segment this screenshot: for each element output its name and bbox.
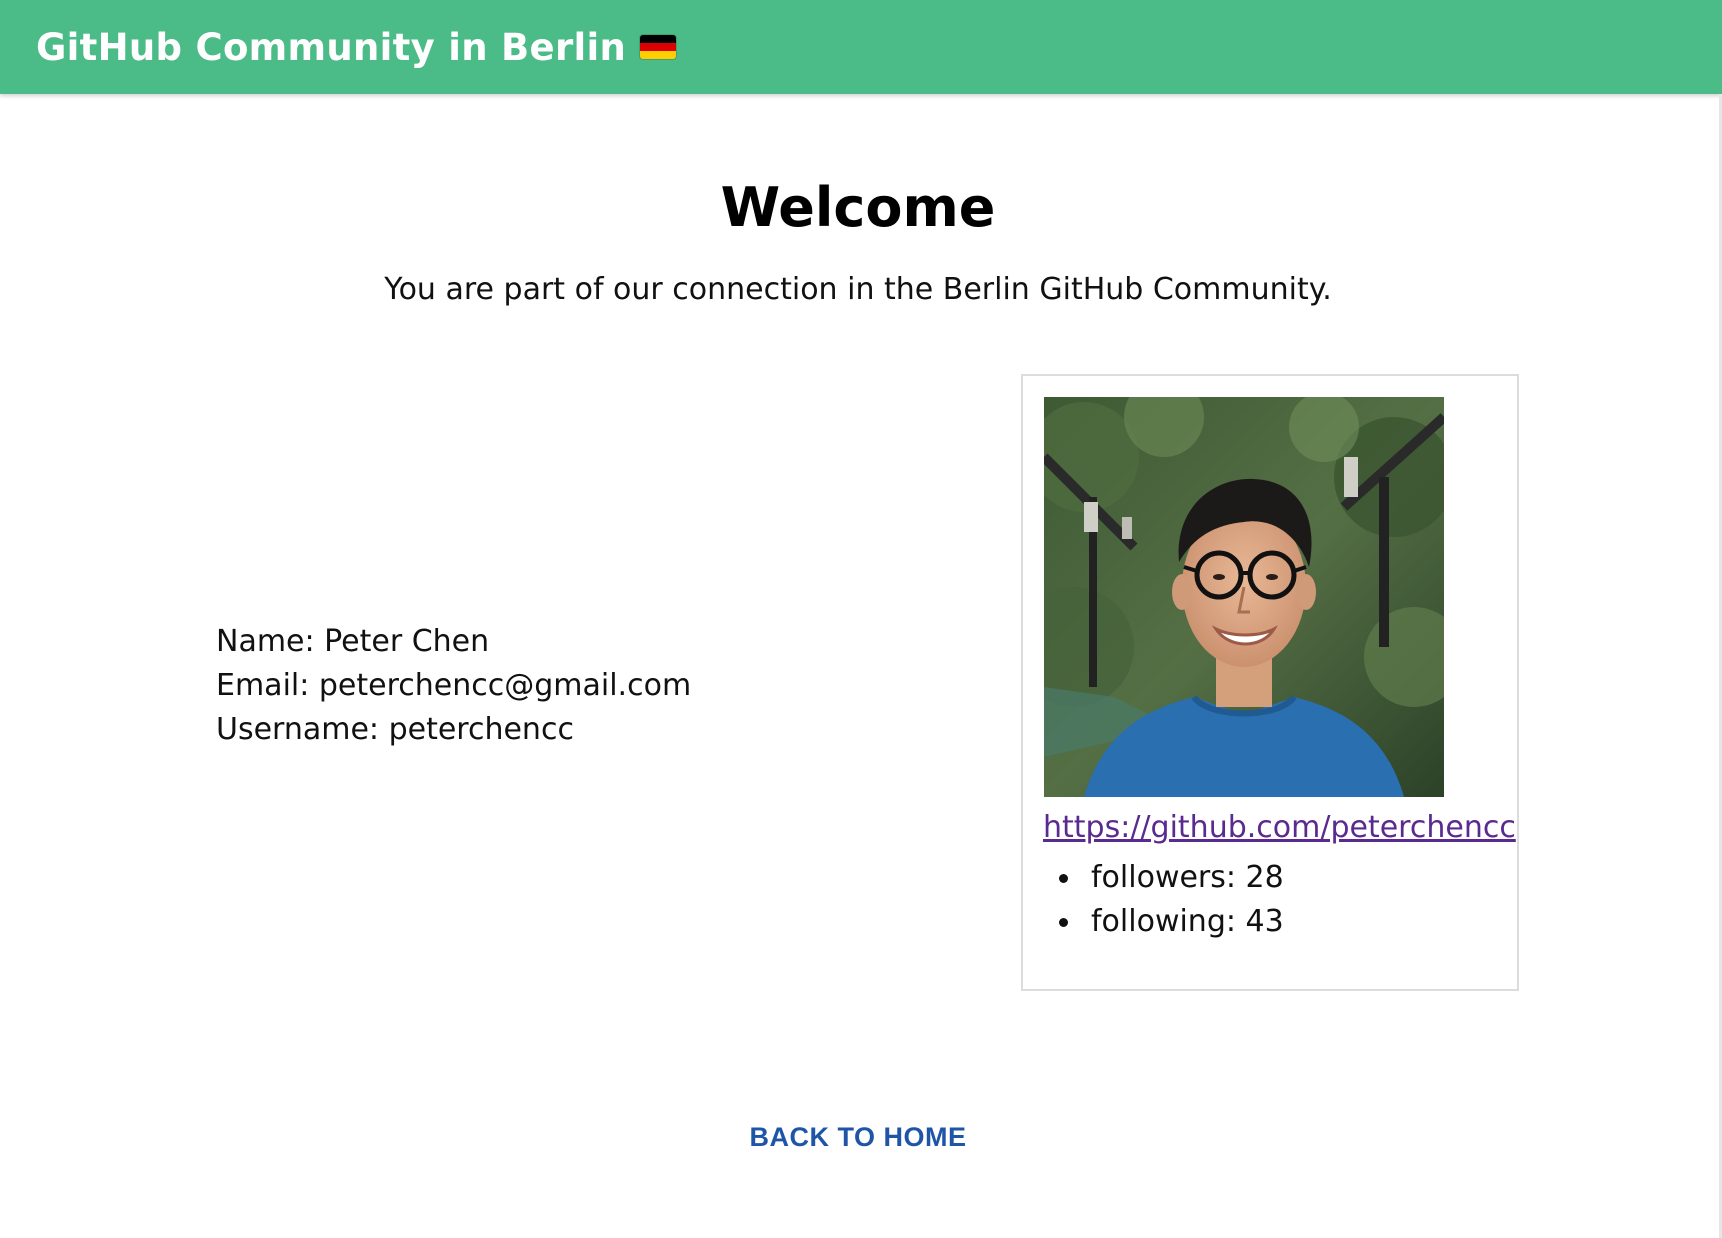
user-email: Email: peterchencc@gmail.com: [216, 668, 692, 703]
user-name: Name: Peter Chen: [216, 624, 490, 659]
profile-card: https://github.com/peterchencc followers…: [1021, 374, 1519, 991]
list-item: following: 43: [1043, 900, 1284, 944]
bullet-icon: [1059, 918, 1068, 927]
user-username: Username: peterchencc: [216, 712, 574, 747]
app-title-text: GitHub Community in Berlin: [36, 25, 627, 69]
page-title: Welcome: [720, 176, 996, 239]
avatar-photo: [1044, 397, 1444, 797]
app-bar: GitHub Community in Berlin: [0, 0, 1722, 94]
github-profile-link[interactable]: https://github.com/peterchencc: [1043, 810, 1516, 845]
user-info: Name: Peter Chen Email: peterchencc@gmai…: [216, 620, 691, 752]
back-home-container: BACK TO HOME: [0, 1122, 1716, 1153]
german-flag-icon: [640, 35, 677, 59]
bullet-icon: [1059, 874, 1068, 883]
avatar: [1044, 397, 1444, 797]
welcome-subtitle: You are part of our connection in the Be…: [384, 272, 1332, 307]
profile-stats-list: followers: 28 following: 43: [1043, 856, 1284, 944]
app-title: GitHub Community in Berlin: [36, 25, 677, 69]
back-to-home-button[interactable]: BACK TO HOME: [749, 1122, 966, 1152]
page: GitHub Community in Berlin Welcome You a…: [0, 0, 1722, 1238]
list-item: followers: 28: [1043, 856, 1284, 900]
followers-count: followers: 28: [1091, 860, 1284, 895]
following-count: following: 43: [1091, 904, 1284, 939]
